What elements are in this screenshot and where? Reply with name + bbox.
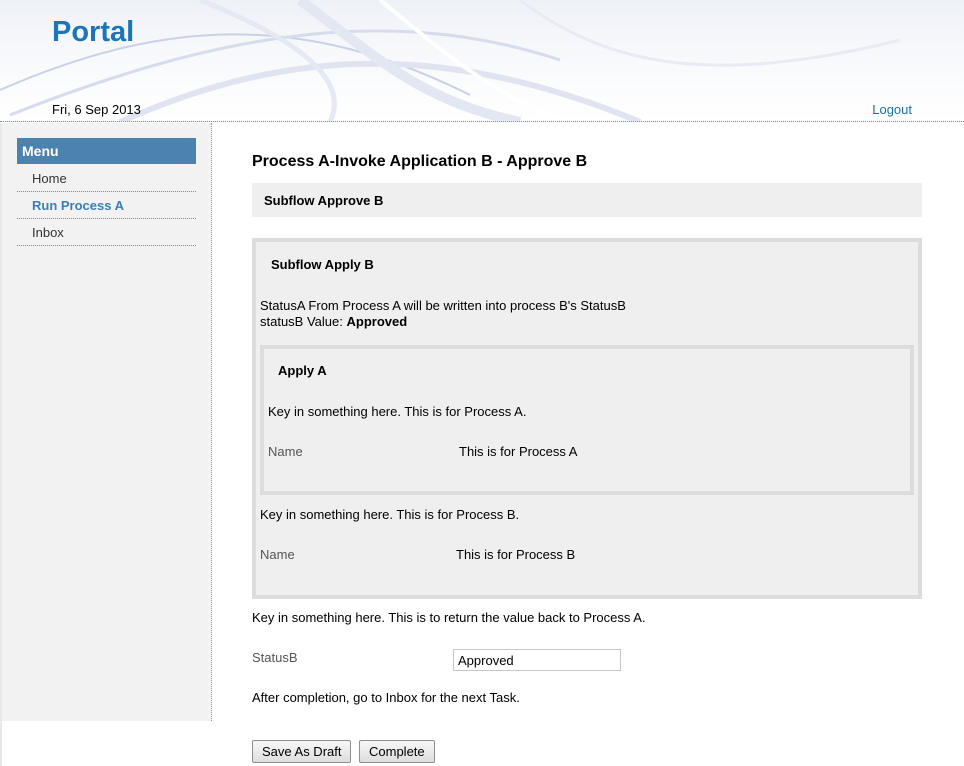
sidebar-item-run-process-a[interactable]: Run Process A bbox=[17, 192, 196, 219]
apply-a-panel bbox=[260, 345, 914, 495]
status-line: StatusA From Process A will be written i… bbox=[260, 298, 626, 313]
header-swoosh-decoration bbox=[0, 0, 901, 121]
subflow-apply-title: Subflow Apply B bbox=[271, 257, 374, 272]
return-instruction: Key in something here. This is to return… bbox=[252, 610, 646, 625]
status-value-label: statusB Value: bbox=[260, 314, 343, 329]
menu-header: Menu bbox=[17, 138, 196, 164]
statusb-input[interactable] bbox=[453, 649, 621, 671]
completion-note: After completion, go to Inbox for the ne… bbox=[252, 690, 520, 705]
sidebar: Menu Home Run Process A Inbox bbox=[2, 123, 212, 721]
status-value: Approved bbox=[346, 314, 408, 329]
subflow-approve-header: Subflow Approve B bbox=[252, 183, 922, 217]
page-title: Process A-Invoke Application B - Approve… bbox=[252, 153, 588, 170]
portal-logo: Portal bbox=[52, 16, 135, 48]
apply-b-name-label: Name bbox=[260, 547, 295, 562]
sidebar-item-inbox[interactable]: Inbox bbox=[17, 219, 196, 246]
apply-b-name-value: This is for Process B bbox=[456, 547, 576, 562]
sidebar-item-home[interactable]: Home bbox=[17, 165, 196, 192]
page-header: Portal Fri, 6 Sep 2013 Logout bbox=[0, 0, 964, 122]
current-date: Fri, 6 Sep 2013 bbox=[52, 102, 141, 117]
save-as-draft-button[interactable]: Save As Draft bbox=[252, 740, 352, 763]
apply-b-instruction: Key in something here. This is for Proce… bbox=[260, 507, 520, 522]
logout-link[interactable]: Logout bbox=[872, 102, 912, 117]
apply-a-title: Apply A bbox=[278, 363, 327, 378]
complete-button[interactable]: Complete bbox=[359, 740, 435, 763]
statusb-label: StatusB bbox=[252, 650, 298, 665]
status-value-row: statusB Value: Approved bbox=[260, 314, 407, 329]
apply-a-name-value: This is for Process A bbox=[459, 444, 578, 459]
apply-a-instruction: Key in something here. This is for Proce… bbox=[268, 404, 527, 419]
apply-a-name-label: Name bbox=[268, 444, 303, 459]
